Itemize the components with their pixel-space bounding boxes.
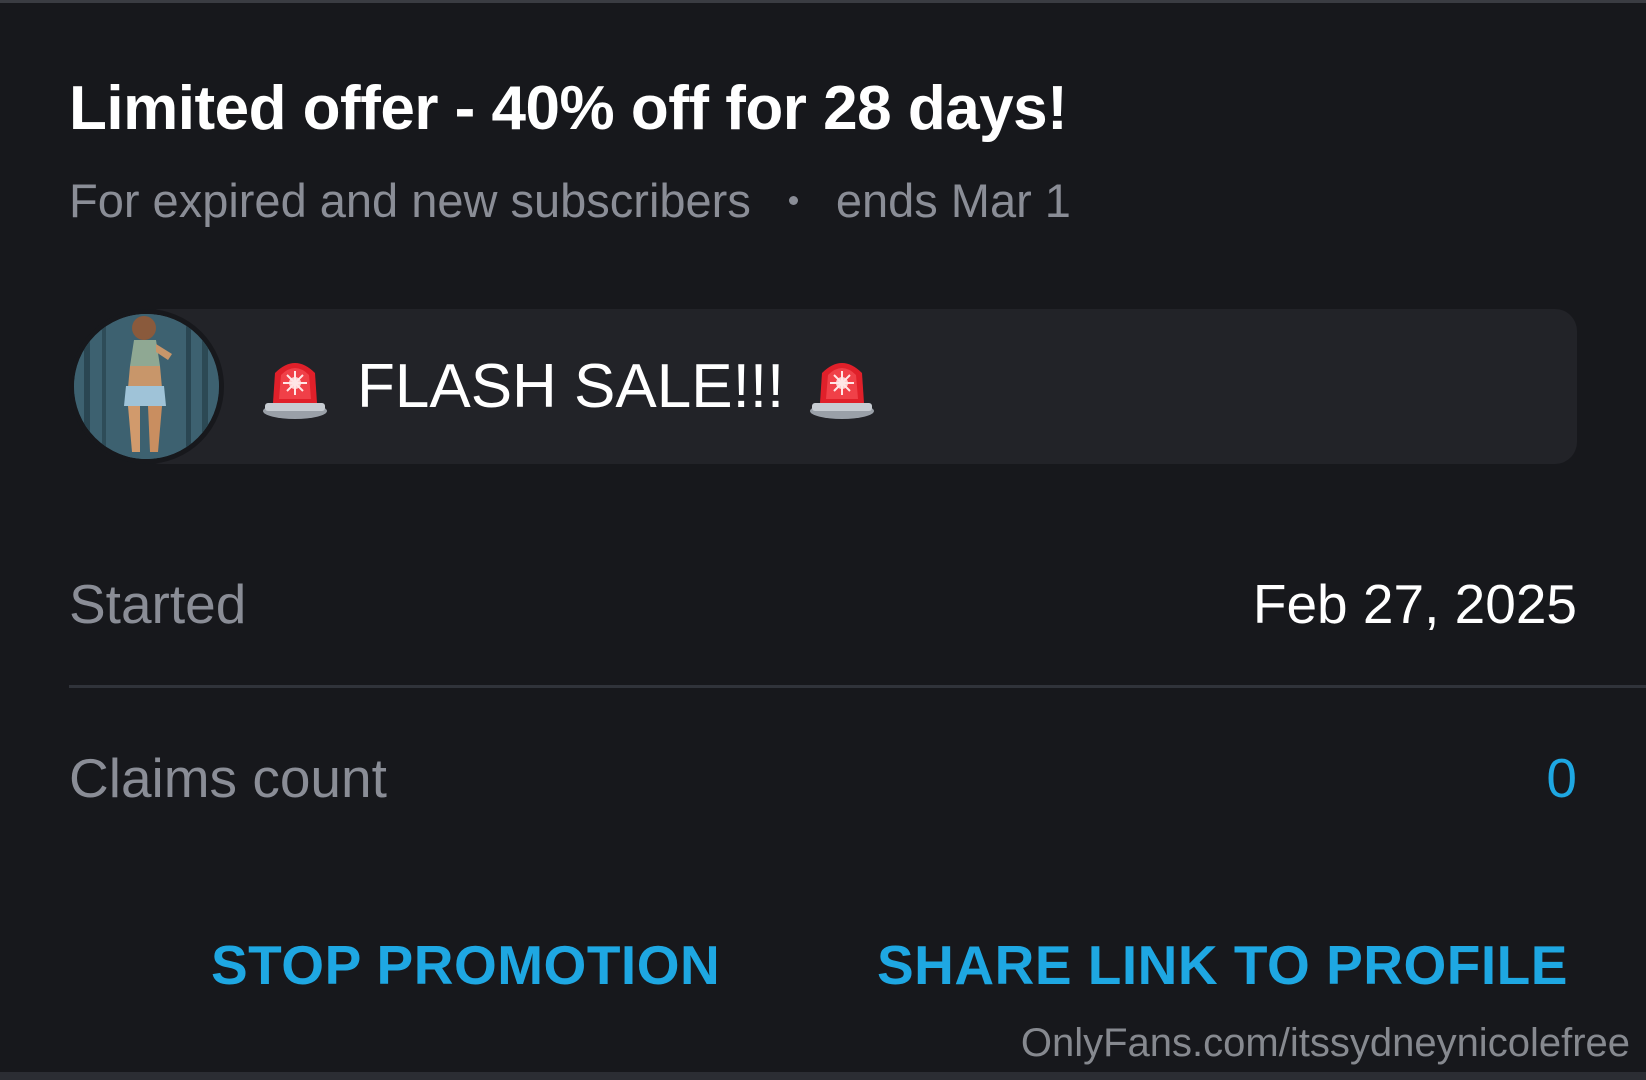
promotion-message: FLASH SALE!!! (69, 309, 1577, 464)
offer-end-date: ends Mar 1 (835, 174, 1071, 227)
offer-title: Limited offer - 40% off for 28 days! (69, 74, 1068, 143)
police-siren-icon (263, 362, 327, 419)
divider (69, 685, 1646, 688)
avatar[interactable] (69, 309, 224, 464)
avatar-photo (74, 314, 219, 459)
message-text: FLASH SALE!!! (357, 352, 785, 421)
bottom-bar (0, 1072, 1646, 1080)
stop-promotion-button[interactable]: STOP PROMOTION (211, 933, 720, 997)
started-value: Feb 27, 2025 (1252, 573, 1577, 635)
offer-audience: For expired and new subscribers (69, 174, 751, 227)
watermark: OnlyFans.com/itssydneynicolefree (1020, 1021, 1630, 1065)
police-siren-icon (810, 362, 875, 419)
separator-dot (788, 196, 798, 205)
offer-subtitle: For expired and new subscribers ends Mar… (69, 173, 1071, 228)
promotion-card: Limited offer - 40% off for 28 days! For… (0, 0, 1646, 1080)
claims-label: Claims count (69, 747, 387, 809)
claims-value[interactable]: 0 (1546, 746, 1577, 810)
started-row: Started Feb 27, 2025 (69, 569, 1577, 639)
share-link-button[interactable]: SHARE LINK TO PROFILE (877, 933, 1568, 997)
message-content: FLASH SALE!!! (259, 309, 878, 464)
claims-row: Claims count 0 (69, 743, 1577, 813)
started-label: Started (69, 573, 247, 635)
